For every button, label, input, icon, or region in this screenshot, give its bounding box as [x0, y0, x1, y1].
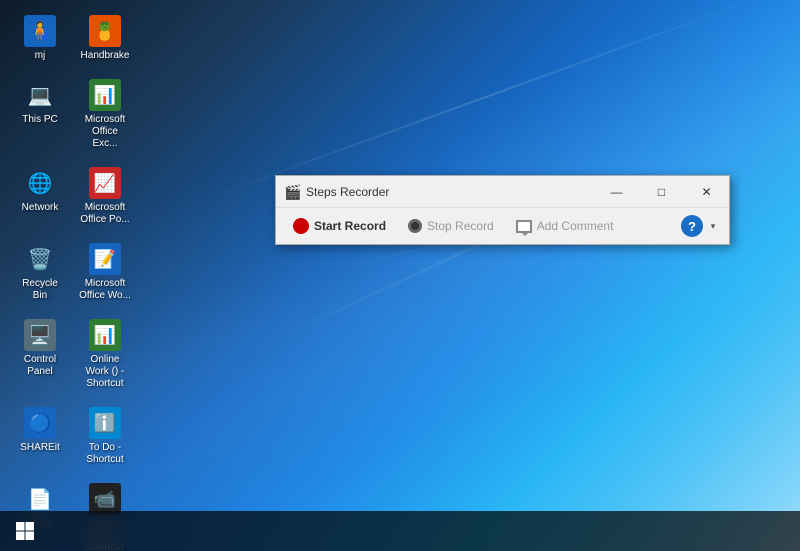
icon-word-label: Microsoft Office Wo... — [79, 278, 131, 302]
start-button[interactable] — [0, 511, 50, 551]
icon-shareit-image: 🔵 — [22, 406, 58, 442]
icon-online-work-image: 📊 — [87, 318, 123, 354]
start-record-button[interactable]: Start Record — [284, 214, 395, 238]
icon-powerpoint-label: Microsoft Office Po... — [79, 202, 131, 226]
window-app-icon: 🎬 — [284, 184, 300, 200]
icon-row-4: 🖥️ Control Panel 📊 Online Work () - Shor… — [10, 314, 135, 394]
help-button[interactable]: ? — [681, 215, 703, 237]
icon-handbrake[interactable]: 🍍 Handbrake — [75, 10, 135, 66]
window-controls: — □ ✕ — [594, 176, 729, 207]
icon-excel-image: 📊 — [87, 78, 123, 114]
icon-powerpoint[interactable]: 📈 Microsoft Office Po... — [75, 162, 135, 230]
window-titlebar: 🎬 Steps Recorder — □ ✕ — [276, 176, 729, 208]
icon-word[interactable]: 📝 Microsoft Office Wo... — [75, 238, 135, 306]
window-title: Steps Recorder — [306, 185, 594, 199]
icon-todo-image: ℹ️ — [87, 406, 123, 442]
start-record-label: Start Record — [314, 219, 386, 233]
help-area: ? ▾ — [681, 215, 721, 237]
minimize-button[interactable]: — — [594, 176, 639, 208]
icon-row-3: 🗑️ Recycle Bin 📝 Microsoft Office Wo... — [10, 238, 135, 306]
icon-control-panel-image: 🖥️ — [22, 318, 58, 354]
icon-excel-label: Microsoft Office Exc... — [79, 114, 131, 150]
stop-record-label: Stop Record — [427, 219, 494, 233]
desktop: 🧍 mj 🍍 Handbrake 💻 This PC 📊 — [0, 0, 800, 551]
icon-recycle-bin-image: 🗑️ — [22, 242, 58, 278]
icon-this-pc-image: 💻 — [22, 78, 58, 114]
icon-handbrake-image: 🍍 — [87, 14, 123, 50]
stop-record-button[interactable]: Stop Record — [399, 215, 503, 237]
icon-network-label: Network — [22, 202, 59, 214]
steps-recorder-window: 🎬 Steps Recorder — □ ✕ Start Record Stop… — [275, 175, 730, 245]
add-comment-label: Add Comment — [537, 219, 614, 233]
icon-control-panel-label: Control Panel — [14, 354, 66, 378]
desktop-icons-area: 🧍 mj 🍍 Handbrake 💻 This PC 📊 — [10, 10, 135, 551]
icon-row-2: 🌐 Network 📈 Microsoft Office Po... — [10, 162, 135, 230]
icon-network-image: 🌐 — [22, 166, 58, 202]
taskbar — [0, 511, 800, 551]
icon-recycle-bin-label: Recycle Bin — [14, 278, 66, 302]
icon-mj[interactable]: 🧍 mj — [10, 10, 70, 66]
icon-todo[interactable]: ℹ️ To Do - Shortcut — [75, 402, 135, 470]
icon-this-pc-label: This PC — [22, 114, 58, 126]
icon-this-pc[interactable]: 💻 This PC — [10, 74, 70, 154]
icon-shareit-label: SHAREit — [20, 442, 59, 454]
icon-mj-image: 🧍 — [22, 14, 58, 50]
icon-todo-label: To Do - Shortcut — [79, 442, 131, 466]
icon-word-image: 📝 — [87, 242, 123, 278]
icon-shareit[interactable]: 🔵 SHAREit — [10, 402, 70, 470]
icon-handbrake-label: Handbrake — [81, 50, 130, 62]
icon-excel[interactable]: 📊 Microsoft Office Exc... — [75, 74, 135, 154]
icon-recycle-bin[interactable]: 🗑️ Recycle Bin — [10, 238, 70, 306]
icon-row-0: 🧍 mj 🍍 Handbrake — [10, 10, 135, 66]
maximize-button[interactable]: □ — [639, 176, 684, 208]
icon-network[interactable]: 🌐 Network — [10, 162, 70, 230]
add-comment-button[interactable]: Add Comment — [507, 215, 623, 237]
icon-control-panel[interactable]: 🖥️ Control Panel — [10, 314, 70, 394]
stop-icon — [408, 219, 422, 233]
icon-powerpoint-image: 📈 — [87, 166, 123, 202]
icon-online-work[interactable]: 📊 Online Work () - Shortcut — [75, 314, 135, 394]
icon-row-1: 💻 This PC 📊 Microsoft Office Exc... — [10, 74, 135, 154]
dropdown-button[interactable]: ▾ — [705, 215, 721, 237]
window-toolbar: Start Record Stop Record Add Comment ? ▾ — [276, 208, 729, 244]
close-button[interactable]: ✕ — [684, 176, 729, 208]
record-icon — [293, 218, 309, 234]
icon-mj-label: mj — [35, 50, 46, 62]
icon-row-5: 🔵 SHAREit ℹ️ To Do - Shortcut — [10, 402, 135, 470]
windows-logo-icon — [15, 521, 35, 541]
comment-icon — [516, 220, 532, 233]
icon-online-work-label: Online Work () - Shortcut — [79, 354, 131, 390]
